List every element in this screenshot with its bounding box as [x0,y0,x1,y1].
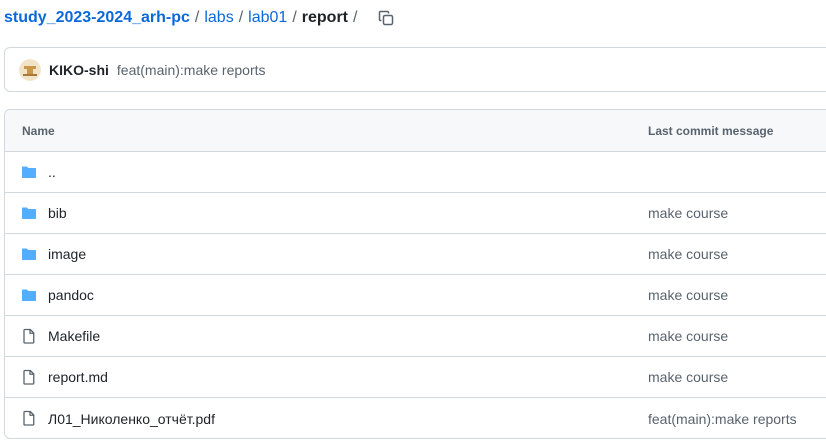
copy-path-button[interactable] [376,8,396,28]
row-commit-message[interactable]: make course [648,287,728,303]
breadcrumb-separator: / [194,9,200,26]
table-row[interactable]: .. [5,152,826,193]
latest-commit-bar: KIKO-shi feat(main):make reports [4,47,826,92]
table-row[interactable]: bib make course [5,193,826,234]
breadcrumb-separator: / [353,9,358,26]
commit-message[interactable]: feat(main):make reports [117,62,266,78]
breadcrumb: study_2023-2024_arh-pc / labs / lab01 / … [4,6,396,30]
row-commit-message[interactable]: feat(main):make reports [648,411,797,427]
file-name-link[interactable]: pandoc [48,287,94,303]
file-icon [23,410,35,426]
breadcrumb-separator: / [292,9,297,26]
breadcrumb-separator: / [238,9,244,26]
breadcrumb-link-labs[interactable]: labs [204,9,233,27]
breadcrumb-link-lab01[interactable]: lab01 [248,9,287,27]
copy-icon [379,10,394,26]
commit-author[interactable]: KIKO-shi [49,62,109,78]
file-icon [23,328,35,344]
folder-icon [22,289,36,301]
table-header: Name Last commit message [5,110,826,152]
table-row[interactable]: Makefile make course [5,316,826,357]
file-icon [23,369,35,385]
file-name-link[interactable]: report.md [48,369,108,385]
folder-icon [22,248,36,260]
parent-directory-link[interactable]: .. [48,164,56,180]
breadcrumb-repo-link[interactable]: study_2023-2024_arh-pc [4,9,190,27]
folder-icon [22,166,36,178]
file-name-link[interactable]: Makefile [48,328,100,344]
row-commit-message[interactable]: make course [648,246,728,262]
table-row[interactable]: Л01_Николенко_отчёт.pdf feat(main):make … [5,398,826,438]
row-commit-message[interactable]: make course [648,369,728,385]
table-row[interactable]: pandoc make course [5,275,826,316]
row-commit-message[interactable]: make course [648,205,728,221]
breadcrumb-current: report [301,9,348,26]
column-header-last-commit: Last commit message [648,123,774,138]
file-name-link[interactable]: image [48,246,86,262]
file-name-link[interactable]: Л01_Николенко_отчёт.pdf [48,411,215,427]
table-row[interactable]: report.md make course [5,357,826,398]
file-name-link[interactable]: bib [48,205,67,221]
folder-icon [22,207,36,219]
row-commit-message[interactable]: make course [648,328,728,344]
table-row[interactable]: image make course [5,234,826,275]
column-header-name: Name [22,123,55,138]
author-avatar[interactable] [19,58,41,81]
file-table: Name Last commit message .. bib make cou… [4,109,826,439]
